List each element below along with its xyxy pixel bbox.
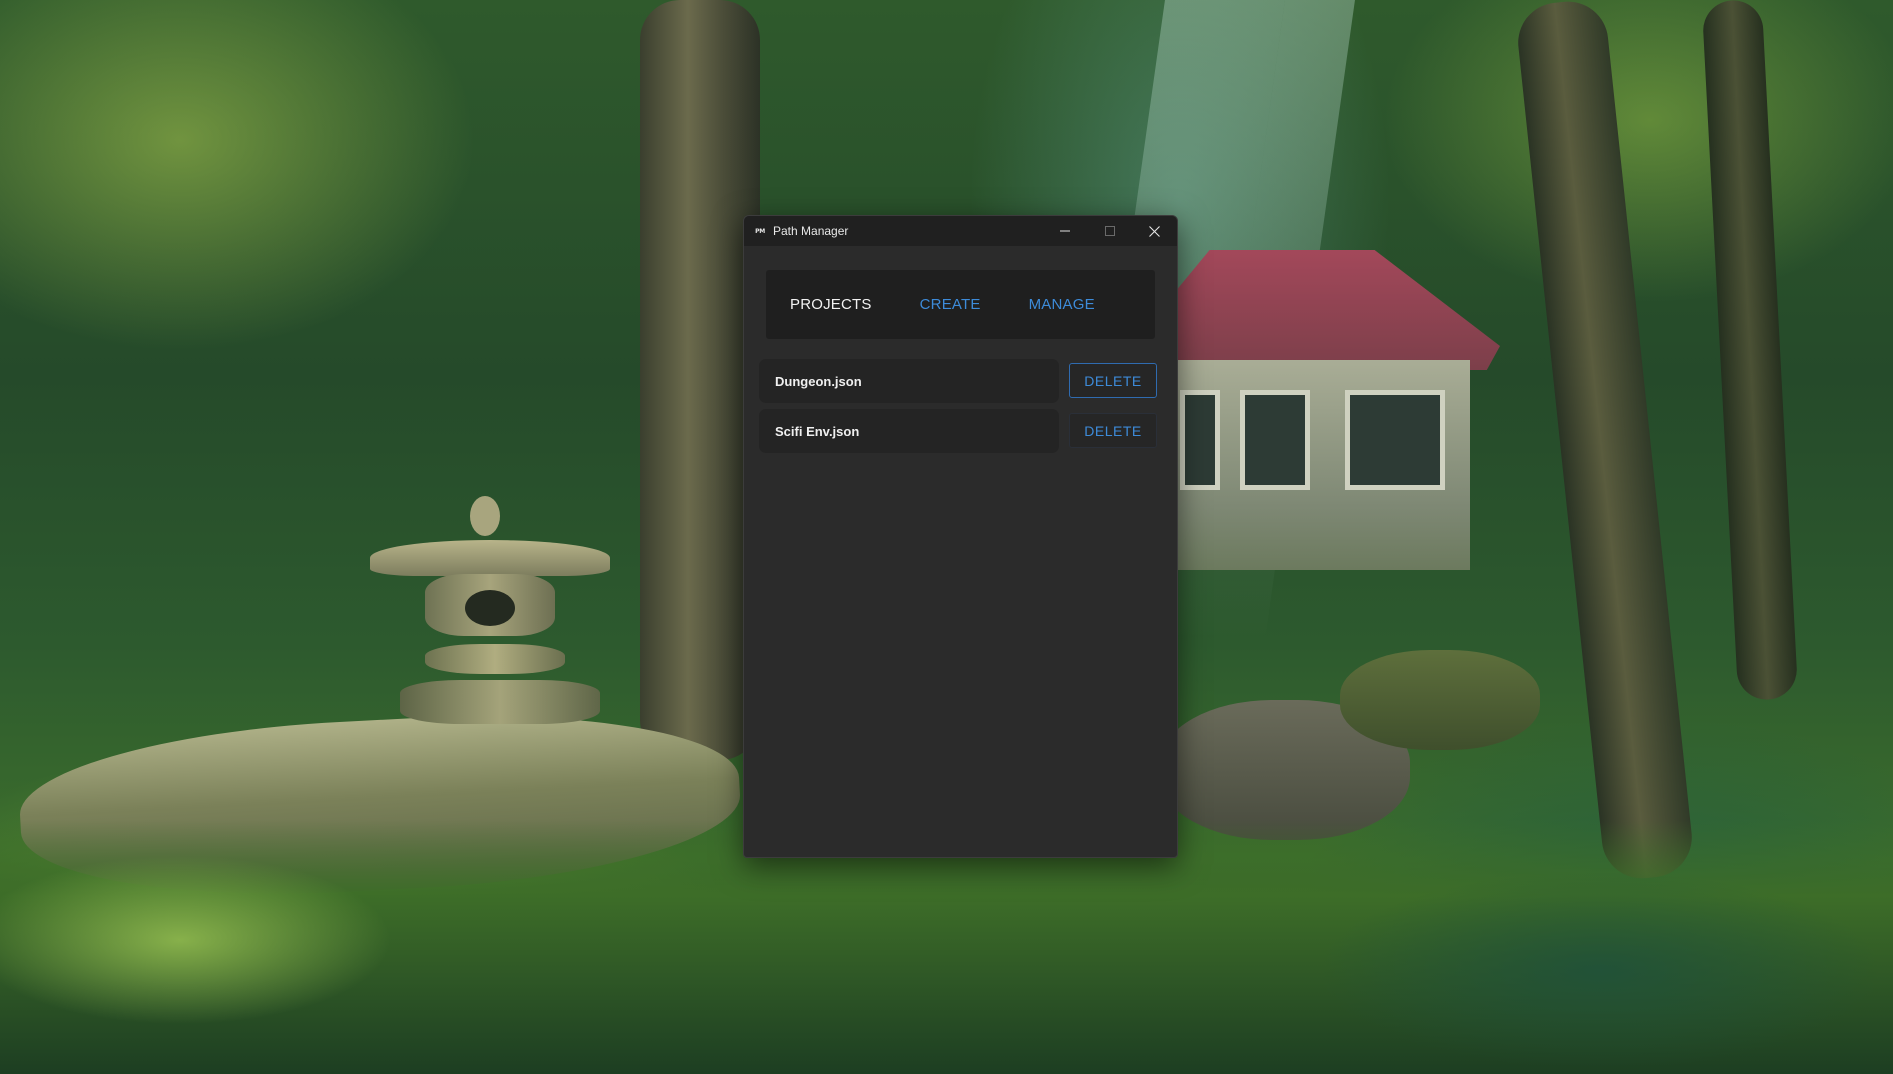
nav-bar: PROJECTS CREATE MANAGE — [766, 270, 1155, 339]
minimize-button[interactable] — [1042, 216, 1087, 246]
tab-manage[interactable]: MANAGE — [1029, 296, 1095, 313]
project-row: Dungeon.json DELETE — [759, 359, 1164, 403]
title-bar[interactable]: PM Path Manager — [744, 216, 1177, 246]
wallpaper-gazebo-roof — [1170, 250, 1500, 370]
delete-project-button[interactable]: DELETE — [1069, 413, 1157, 448]
window-title: Path Manager — [773, 224, 849, 238]
wallpaper-tree-trunk — [1701, 0, 1799, 702]
window-controls — [1042, 216, 1177, 246]
maximize-button[interactable] — [1087, 216, 1132, 246]
project-name: Dungeon.json — [775, 373, 862, 389]
wallpaper-lantern-opening — [465, 590, 515, 626]
project-name: Scifi Env.json — [775, 423, 860, 439]
path-manager-window: PM Path Manager PROJECTS CREATE MANAGE D… — [743, 215, 1178, 858]
wallpaper-lantern-cap — [470, 496, 500, 536]
wallpaper-tree-trunk — [1514, 0, 1696, 883]
wallpaper-rock — [1340, 650, 1540, 750]
project-row: Scifi Env.json DELETE — [759, 409, 1164, 453]
wallpaper-lantern-roof — [370, 540, 610, 576]
wallpaper-gazebo-window — [1345, 390, 1445, 490]
tab-projects[interactable]: PROJECTS — [790, 296, 872, 313]
delete-project-button[interactable]: DELETE — [1069, 363, 1157, 398]
close-button[interactable] — [1132, 216, 1177, 246]
wallpaper-lantern-base — [400, 680, 600, 724]
wallpaper-grass — [0, 820, 1893, 1074]
tab-create[interactable]: CREATE — [920, 296, 981, 313]
project-item[interactable]: Dungeon.json — [759, 359, 1059, 403]
minimize-icon — [1059, 226, 1070, 236]
project-item[interactable]: Scifi Env.json — [759, 409, 1059, 453]
app-logo-icon: PM — [755, 227, 765, 235]
wallpaper-tree-trunk — [640, 0, 760, 760]
close-icon — [1149, 225, 1160, 237]
wallpaper-gazebo-window — [1240, 390, 1310, 490]
maximize-icon — [1104, 226, 1115, 236]
wallpaper-lantern-base — [425, 644, 565, 674]
wallpaper-gazebo-window — [1180, 390, 1220, 490]
